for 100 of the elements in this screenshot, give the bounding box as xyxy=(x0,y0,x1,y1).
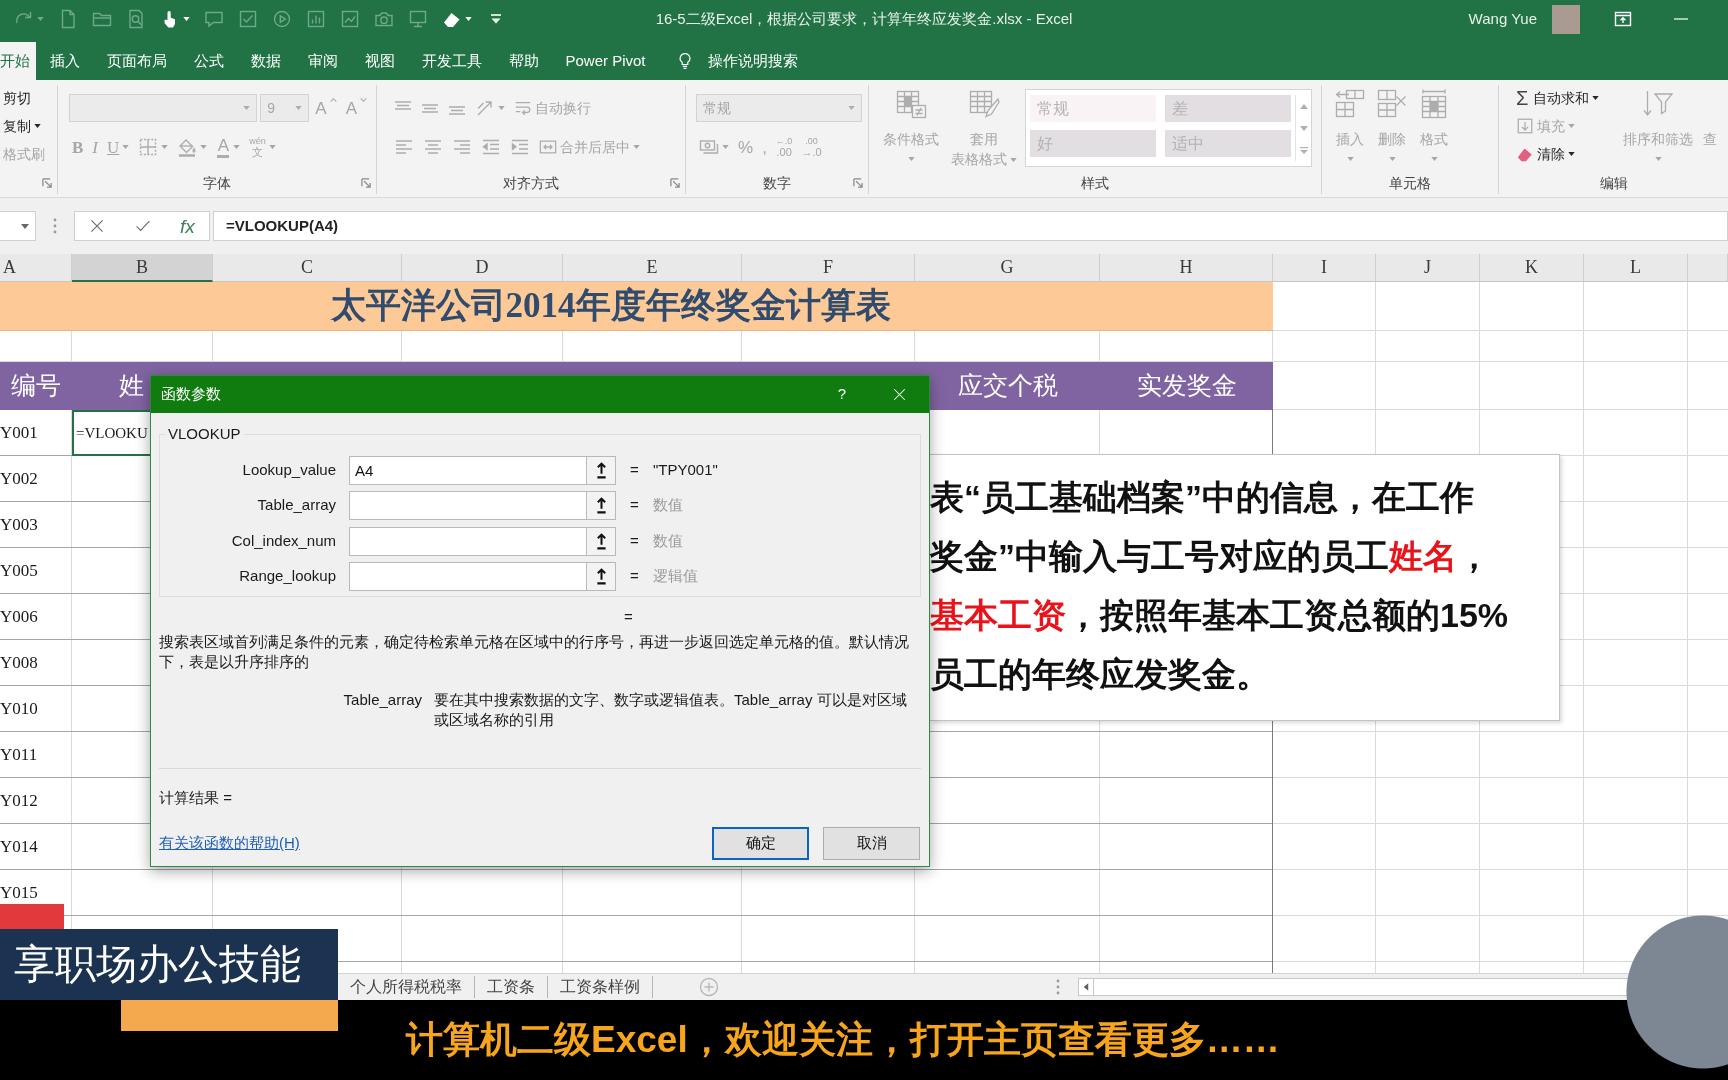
merge-cells-icon xyxy=(539,138,557,156)
argument-field[interactable] xyxy=(349,562,586,591)
column-header[interactable]: C xyxy=(213,254,402,282)
tell-me-search[interactable]: 操作说明搜索 xyxy=(678,42,799,80)
column-heading: 应交个税 xyxy=(957,371,1058,402)
ribbon-tab[interactable]: 开始 xyxy=(0,42,36,80)
scroll-left-button[interactable] xyxy=(1078,978,1094,996)
caret-icon xyxy=(848,106,855,110)
ribbon-tab[interactable]: 页面布局 xyxy=(93,42,180,80)
collapse-dialog-button[interactable] xyxy=(586,455,616,485)
argument-result: "TPY001" xyxy=(653,459,718,480)
group-label: 字体 xyxy=(203,173,231,193)
ribbon-tab[interactable]: 开发工具 xyxy=(408,42,495,80)
help-button[interactable]: ? xyxy=(825,379,859,410)
column-header[interactable]: J xyxy=(1376,254,1480,282)
column-header[interactable] xyxy=(1688,254,1728,282)
align-left-icon xyxy=(394,137,414,157)
cell-text: Y010 xyxy=(0,698,38,721)
up-arrow-icon xyxy=(595,461,607,479)
dialog-launcher-icon[interactable] xyxy=(853,178,863,188)
column-heading: 实发奖金 xyxy=(1136,371,1237,402)
argument-label: Table_array xyxy=(256,495,336,516)
camera-icon xyxy=(374,9,394,29)
sheet-tab[interactable]: 工资条样例 xyxy=(548,976,653,998)
ok-button[interactable]: 确定 xyxy=(712,827,809,860)
up-arrow-icon xyxy=(595,532,607,550)
insert-function-button[interactable]: fx xyxy=(176,216,199,236)
formula-field[interactable]: =VLOOKUP(A4) xyxy=(213,211,1728,241)
argument-field[interactable] xyxy=(349,526,586,556)
dashed-grid-icon xyxy=(138,137,159,157)
cancel-button[interactable]: 取消 xyxy=(823,827,920,860)
insert-cells-icon xyxy=(1334,88,1366,120)
banknote-icon xyxy=(699,137,719,157)
column-heading: 姓 xyxy=(119,371,144,402)
dialog-launcher-icon[interactable] xyxy=(361,178,371,188)
minimize-icon xyxy=(1674,18,1688,20)
indent-icon xyxy=(510,137,530,157)
diagonal-arrow-icon xyxy=(475,98,495,118)
column-header[interactable]: I xyxy=(1273,254,1376,282)
three-lines-icon xyxy=(394,101,412,110)
page-magnifier-icon xyxy=(126,9,146,29)
cell-text: Y011 xyxy=(0,744,38,767)
align-center-icon xyxy=(423,137,443,157)
group-label: 单元格 xyxy=(1389,173,1431,193)
autosum-button[interactable]: Σ 自动求和 xyxy=(1513,85,1603,111)
caret-icon xyxy=(295,106,303,110)
color-bar-icon xyxy=(216,154,231,158)
dialog-launcher-icon[interactable] xyxy=(670,178,680,188)
help-link[interactable]: 有关该函数的帮助(H) xyxy=(159,832,300,855)
name-box[interactable] xyxy=(0,211,36,241)
column-header[interactable]: B xyxy=(72,254,213,282)
column-header[interactable]: E xyxy=(563,254,742,282)
column-header[interactable]: L xyxy=(1584,254,1688,282)
equals-sign: = xyxy=(629,530,640,551)
group-label: 样式 xyxy=(1081,173,1109,193)
up-triangle-icon xyxy=(1299,103,1308,109)
check-icon xyxy=(133,218,152,234)
collapse-dialog-button[interactable] xyxy=(586,526,616,556)
close-icon xyxy=(891,387,907,402)
ribbon-tab[interactable]: 数据 xyxy=(237,42,294,80)
argument-field[interactable]: A4 xyxy=(349,455,586,485)
column-header[interactable]: F xyxy=(742,254,915,282)
column-header[interactable]: H xyxy=(1100,254,1273,282)
delete-cells-icon xyxy=(1376,88,1408,120)
dialog-launcher-icon[interactable] xyxy=(42,178,52,188)
column-header[interactable]: A xyxy=(0,254,72,282)
collapse-dialog-button[interactable] xyxy=(586,491,616,520)
ribbon-tab[interactable]: Power Pivot xyxy=(552,42,660,80)
bar-chart-icon xyxy=(306,9,326,29)
argument-field[interactable] xyxy=(349,491,586,520)
cell-text: Y008 xyxy=(0,652,38,675)
formula-result-label: 计算结果 = xyxy=(159,789,232,806)
ribbon-tab[interactable]: 视图 xyxy=(351,42,408,80)
note-text: 表“员工基础档案”中的信息，在工作 奖金”中输入与工号对应的员工姓名， 基本工资，按照年基本工资总额的15% 员工的年终应发奖金。 xyxy=(930,477,1509,695)
sheet-tab[interactable]: 工资条 xyxy=(475,976,548,998)
clear-button[interactable]: 清除 xyxy=(1513,141,1578,167)
ribbon-button[interactable]: 剪切 xyxy=(0,85,34,111)
cell-text: Y015 xyxy=(0,882,38,905)
column-header[interactable]: G xyxy=(915,254,1100,282)
table-grid-icon xyxy=(895,88,927,120)
equals-sign: = xyxy=(629,495,640,516)
play-circle-icon xyxy=(272,9,292,29)
column-header[interactable]: D xyxy=(402,254,563,282)
user-name: Wang Yue xyxy=(1468,8,1537,29)
ribbon-tab[interactable]: 插入 xyxy=(36,42,93,80)
collapse-dialog-button[interactable] xyxy=(586,562,616,591)
caret-icon xyxy=(243,106,251,110)
horizontal-scrollbar[interactable] xyxy=(1094,978,1629,996)
cell-text: Y005 xyxy=(0,560,38,583)
column-header[interactable]: K xyxy=(1480,254,1584,282)
ribbon-tab[interactable]: 帮助 xyxy=(495,42,552,80)
three-lines-icon xyxy=(448,106,466,115)
ribbon-button[interactable]: 复制 xyxy=(0,113,44,139)
add-sheet-button[interactable] xyxy=(699,977,719,997)
down-triangle-icon xyxy=(1299,125,1308,131)
ribbon-tab[interactable]: 审阅 xyxy=(294,42,351,80)
ribbon-tab[interactable]: 公式 xyxy=(180,42,237,80)
equals-sign: = xyxy=(629,459,640,480)
argument-label: Lookup_value xyxy=(241,459,336,480)
grip-icon xyxy=(1056,979,1060,995)
